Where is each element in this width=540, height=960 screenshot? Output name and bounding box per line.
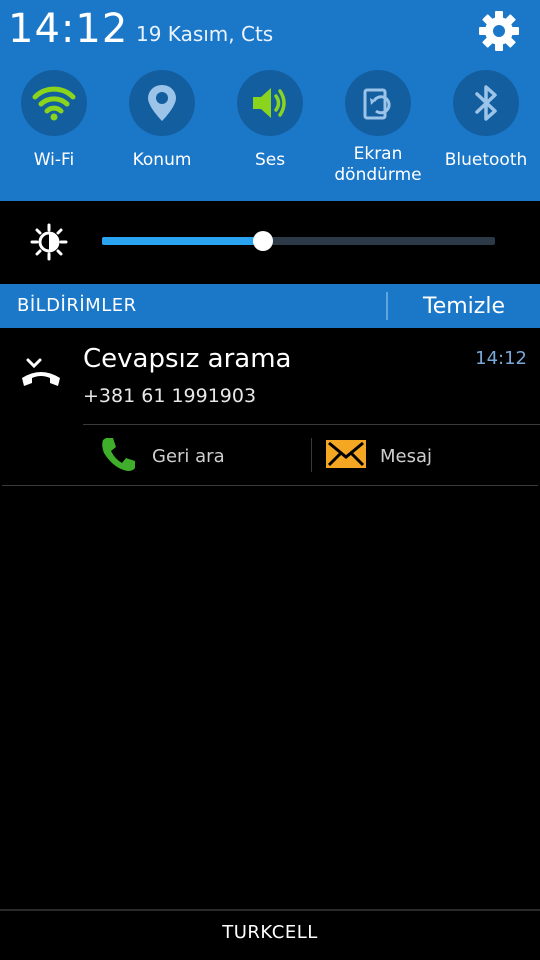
location-icon <box>129 70 195 136</box>
brightness-slider[interactable] <box>102 231 495 251</box>
gear-icon[interactable] <box>476 8 522 54</box>
message-label: Mesaj <box>380 445 433 467</box>
brightness-row <box>0 201 540 284</box>
toggle-location[interactable]: Konum <box>112 70 212 171</box>
toggle-rotate-label: Ekran döndürme <box>328 144 428 186</box>
toggle-rotate-label-text: Ekran döndürme <box>334 144 422 185</box>
missed-call-notification[interactable]: Cevapsız arama +381 61 1991903 14:12 Ger… <box>0 328 540 486</box>
carrier-label: TURKCELL <box>222 922 318 943</box>
notification-time: 14:12 <box>475 348 527 369</box>
clock: 14:12 <box>8 6 129 52</box>
missed-call-icon <box>20 356 62 392</box>
message-button[interactable]: Mesaj <box>326 436 432 476</box>
action-divider <box>311 438 312 472</box>
sound-icon <box>237 70 303 136</box>
call-back-button[interactable]: Geri ara <box>100 436 225 476</box>
brightness-fill <box>102 237 264 245</box>
toggle-sound[interactable]: Ses <box>220 70 320 171</box>
brightness-thumb[interactable] <box>253 231 274 251</box>
bluetooth-icon <box>453 70 519 136</box>
toggle-wifi[interactable]: Wi-Fi <box>4 70 104 171</box>
phone-icon <box>100 435 138 477</box>
toggle-sound-label: Ses <box>254 150 286 170</box>
brightness-icon <box>30 223 68 261</box>
notifications-header: BİLDİRİMLER Temizle <box>0 284 540 328</box>
footer-divider <box>0 909 540 911</box>
caller-number: +381 61 1991903 <box>83 385 257 407</box>
wifi-icon <box>21 70 87 136</box>
toggle-rotate[interactable]: Ekran döndürme <box>328 70 428 186</box>
clear-button[interactable]: Temizle <box>388 284 540 328</box>
toggle-wifi-label: Wi-Fi <box>33 150 75 170</box>
toggle-bluetooth-label: Bluetooth <box>444 150 528 170</box>
message-icon <box>326 440 366 472</box>
quick-panel: 14:12 19 Kasım, Cts Wi-Fi Konum Ses Ekra… <box>0 0 540 201</box>
notification-title: Cevapsız arama <box>83 344 292 374</box>
toggle-location-label: Konum <box>132 150 192 170</box>
quick-toggles: Wi-Fi Konum Ses Ekran döndürme Bluetooth <box>0 70 540 195</box>
toggle-bluetooth[interactable]: Bluetooth <box>436 70 536 171</box>
call-back-label: Geri ara <box>152 445 225 467</box>
notification-bottom-line <box>2 485 538 486</box>
notifications-title: BİLDİRİMLER <box>17 295 137 316</box>
notification-separator <box>83 424 540 425</box>
date: 19 Kasım, Cts <box>136 22 274 46</box>
rotate-icon <box>345 70 411 136</box>
